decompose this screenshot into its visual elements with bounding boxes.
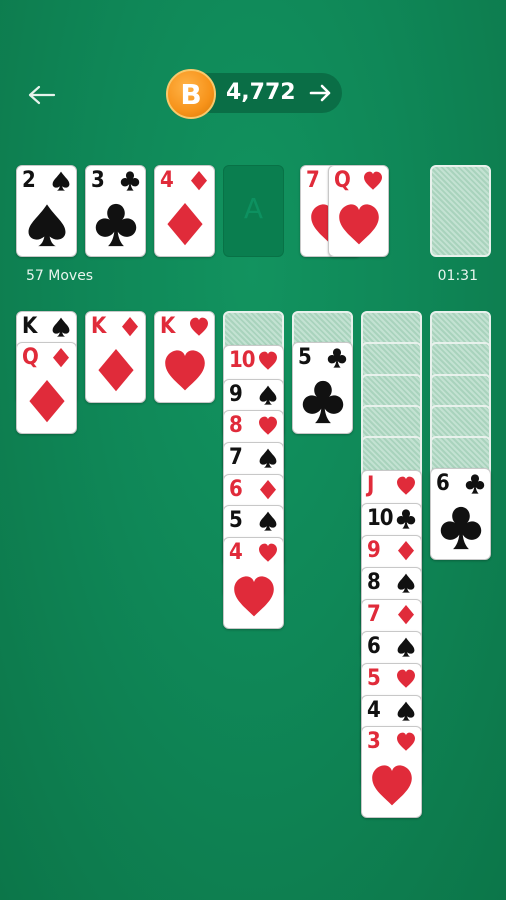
spade-icon (28, 204, 66, 247)
tableau-card[interactable]: K (85, 311, 146, 403)
card-rank: 6 (367, 634, 381, 659)
foundation-card[interactable]: 2 (16, 165, 77, 257)
heart-icon (364, 171, 382, 190)
card-rank: 2 (22, 168, 36, 193)
club-icon (120, 171, 140, 191)
heart-icon (190, 317, 208, 336)
club-icon (440, 506, 482, 550)
diamond-icon (191, 171, 207, 191)
diamond-icon (260, 480, 276, 500)
card-rank: 7 (229, 445, 243, 470)
card-rank: J (367, 473, 374, 498)
spade-icon (52, 171, 70, 191)
card-rank: 6 (229, 477, 243, 502)
arrow-right-icon[interactable] (308, 80, 334, 106)
tableau-card[interactable]: 5 (292, 342, 353, 434)
heart-icon (165, 350, 205, 391)
diamond-icon (98, 349, 134, 392)
card-rank: 3 (367, 729, 381, 754)
game-timer: 01:31 (437, 268, 478, 284)
spade-icon (259, 511, 277, 531)
card-rank: Q (334, 168, 351, 193)
tableau-card[interactable]: 4 (223, 537, 284, 629)
card-rank: 5 (367, 666, 381, 691)
stock-pile[interactable] (430, 165, 491, 257)
card-rank: 4 (367, 698, 381, 723)
spade-icon (52, 317, 70, 337)
card-rank: 3 (91, 168, 105, 193)
card-rank: 8 (367, 570, 381, 595)
club-icon (465, 474, 485, 494)
club-icon (327, 348, 347, 368)
club-icon (302, 380, 344, 424)
tableau-card[interactable]: K (154, 311, 215, 403)
card-rank: 4 (229, 540, 243, 565)
card-rank: 8 (229, 413, 243, 438)
heart-icon (397, 476, 415, 495)
heart-icon (234, 576, 274, 617)
card-rank: 6 (436, 471, 450, 496)
card-rank: K (22, 314, 37, 339)
back-arrow-icon[interactable] (24, 80, 60, 110)
spade-icon (397, 573, 415, 593)
moves-counter: 57 Moves (26, 268, 94, 284)
heart-icon (372, 765, 412, 806)
spade-icon (397, 637, 415, 657)
spade-icon (259, 385, 277, 405)
card-rank: 5 (298, 345, 312, 370)
foundation-card[interactable]: 4 (154, 165, 215, 257)
card-rank: 9 (229, 382, 243, 407)
heart-icon (397, 669, 415, 688)
diamond-icon (122, 317, 138, 337)
heart-icon (259, 543, 277, 562)
tableau-card[interactable]: 3 (361, 726, 422, 818)
foundation-card[interactable]: 3 (85, 165, 146, 257)
club-icon (396, 509, 416, 529)
club-icon (95, 203, 137, 247)
card-rank: 7 (306, 168, 320, 193)
card-rank: 5 (229, 508, 243, 533)
heart-icon (397, 732, 415, 751)
card-rank: 4 (160, 168, 174, 193)
tableau-card[interactable]: 6 (430, 468, 491, 560)
card-rank: K (91, 314, 106, 339)
spade-icon (259, 448, 277, 468)
diamond-icon (53, 348, 69, 368)
diamond-icon (398, 605, 414, 625)
heart-icon (339, 204, 379, 245)
tableau-card[interactable]: Q (16, 342, 77, 434)
card-rank: K (160, 314, 175, 339)
diamond-icon (167, 203, 203, 246)
diamond-icon (29, 380, 65, 423)
card-rank: 10 (367, 506, 394, 531)
coin-amount: 4,772 (226, 80, 296, 105)
foundation-empty-slot[interactable]: A (223, 165, 284, 257)
bitcoin-icon: B (166, 69, 216, 119)
card-rank: Q (22, 345, 39, 370)
spade-icon (397, 701, 415, 721)
ace-placeholder-label: A (243, 192, 264, 225)
diamond-icon (398, 541, 414, 561)
waste-card[interactable]: Q (328, 165, 389, 257)
heart-icon (259, 416, 277, 435)
card-rank: 7 (367, 602, 381, 627)
card-rank: 9 (367, 538, 381, 563)
heart-icon (259, 351, 277, 370)
card-rank: 10 (229, 348, 256, 373)
